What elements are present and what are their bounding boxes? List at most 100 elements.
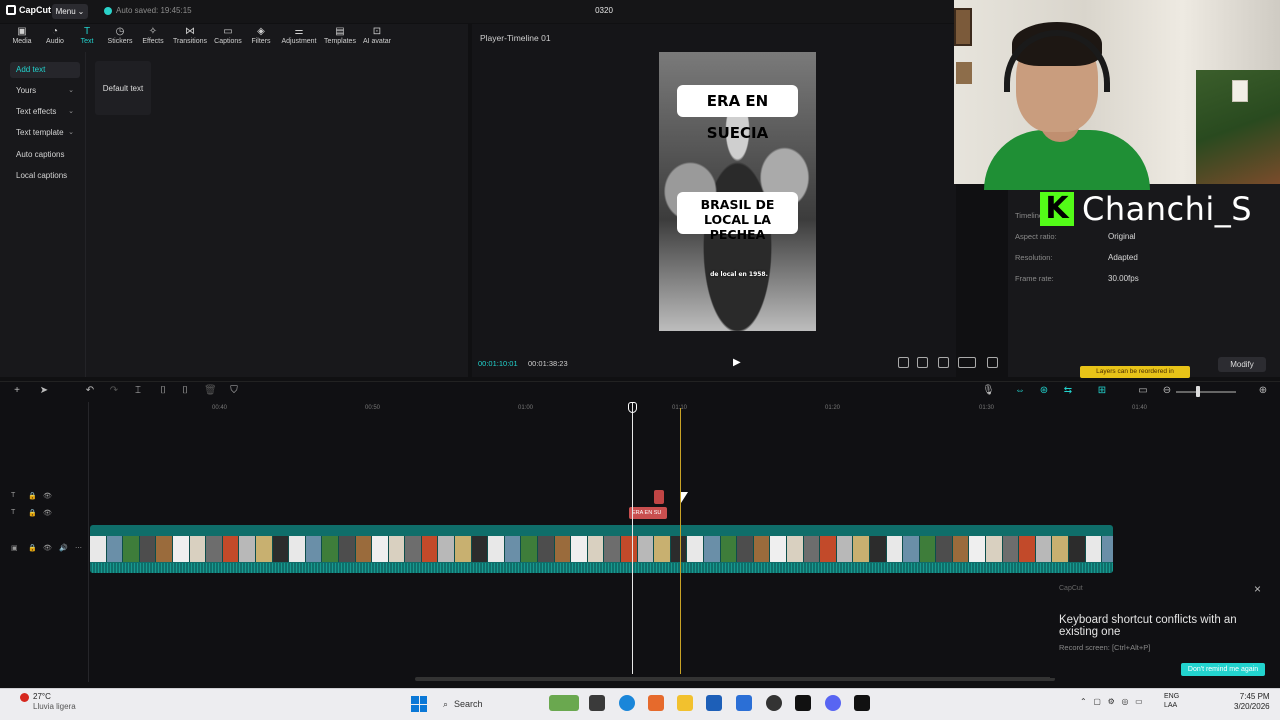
video-thumbnail — [289, 536, 306, 562]
zoom-slider-handle[interactable] — [1196, 386, 1200, 397]
split-right-icon[interactable]: ⌷ — [179, 385, 191, 396]
modify-button[interactable]: Modify — [1218, 357, 1266, 372]
eye-icon[interactable]: 👁 — [43, 544, 52, 552]
menu-button[interactable]: Menu ⌄ — [52, 4, 88, 19]
project-title[interactable]: 0320 — [580, 6, 628, 15]
fit-icon[interactable] — [898, 357, 909, 368]
split-left-icon[interactable]: ⌷ — [157, 385, 169, 396]
search-icon: ⌕ — [443, 698, 449, 709]
close-icon[interactable]: × — [1254, 582, 1261, 596]
redo-icon[interactable]: ↷ — [108, 385, 120, 396]
marker-icon[interactable]: ⛉ — [228, 385, 240, 396]
link-icon[interactable]: ⇔ — [1014, 385, 1026, 396]
fullscreen-icon[interactable] — [987, 357, 998, 368]
main-video-track[interactable] — [90, 525, 1113, 573]
delete-icon[interactable]: 🗑 — [204, 385, 217, 396]
eye-icon[interactable]: 👁 — [43, 509, 52, 517]
toolbar-filters[interactable]: ◈ Filters — [241, 26, 281, 45]
caption-bottom[interactable]: de local en 1958. — [709, 270, 769, 280]
taskbar-search[interactable]: ⌕ Search — [437, 694, 537, 714]
video-thumbnail — [355, 536, 373, 562]
store-icon[interactable] — [648, 695, 664, 711]
video-thumbnail — [1085, 536, 1103, 562]
edge-icon[interactable] — [619, 695, 635, 711]
system-tray[interactable]: ⌃ ▢ ⚙ ◎ ▭ — [1080, 697, 1143, 706]
weather-widget[interactable]: 27°C Lluvia ligera — [33, 692, 76, 712]
clock-date: 3/20/2026 — [1234, 702, 1270, 711]
crop-icon[interactable] — [917, 357, 928, 368]
layers-hint-tooltip: Layers can be reordered in — [1080, 366, 1190, 378]
kick-app-icon[interactable] — [795, 695, 811, 711]
text-clip[interactable]: ERA EN SU — [629, 507, 667, 519]
nav-auto-captions[interactable]: Auto captions — [10, 147, 80, 163]
outlook-icon[interactable] — [736, 695, 752, 711]
language-indicator[interactable]: ENG LAA — [1164, 692, 1179, 710]
video-thumbnail — [1052, 536, 1070, 562]
zoom-out-icon[interactable]: ⊖ — [1161, 385, 1173, 396]
microphone-icon[interactable]: 🎙 — [982, 385, 995, 396]
video-thumbnail — [952, 536, 970, 562]
playhead[interactable] — [632, 402, 633, 674]
toolbar-label: Templates — [324, 38, 356, 45]
widgets-icon[interactable] — [549, 695, 579, 711]
video-track-icon: ▣ — [11, 545, 18, 552]
video-preview[interactable]: ERA EN SUECIA BRASIL DE LOCAL LA PECHEA … — [659, 52, 816, 331]
clock[interactable]: 7:45 PM 3/20/2026 — [1234, 692, 1270, 712]
obs-icon[interactable] — [766, 695, 782, 711]
toolbar-adjustment[interactable]: ⚌ Adjustment — [279, 26, 319, 45]
windows-start-icon[interactable] — [411, 696, 427, 712]
video-thumbnail — [571, 536, 588, 562]
playhead-handle[interactable] — [628, 402, 637, 413]
ruler-tick: 01:40 — [1132, 405, 1148, 411]
split-icon[interactable]: ⌶ — [132, 385, 144, 396]
eye-icon[interactable]: 👁 — [43, 492, 52, 500]
caption-track-icon[interactable]: ▭ — [1137, 385, 1149, 396]
preview-axis-icon[interactable]: ⇆ — [1062, 385, 1074, 396]
ratio-icon[interactable] — [958, 357, 976, 368]
snap-icon[interactable]: ⊞ — [1096, 385, 1108, 396]
dont-remind-button[interactable]: Don't remind me again — [1181, 663, 1265, 676]
file-explorer-icon[interactable] — [677, 695, 693, 711]
app-icon[interactable] — [706, 695, 722, 711]
toolbar-ai-avatar[interactable]: ⊡ AI avatar — [357, 26, 397, 45]
autosave-icon — [104, 6, 112, 15]
nav-yours[interactable]: Yours ⌄ — [10, 83, 80, 99]
magnet-icon[interactable]: ⊛ — [1038, 385, 1050, 396]
nav-text-template[interactable]: Text template ⌄ — [10, 125, 80, 141]
video-thumbnail — [438, 536, 456, 562]
toolbar-effects[interactable]: ✧ Effects — [133, 26, 173, 45]
discord-icon[interactable] — [825, 695, 841, 711]
nav-text-effects[interactable]: Text effects ⌄ — [10, 104, 80, 120]
lock-icon[interactable]: 🔒 — [28, 509, 37, 517]
lock-icon[interactable]: 🔒 — [28, 492, 37, 500]
nav-label: Add text — [16, 65, 46, 74]
nav-local-captions[interactable]: Local captions — [10, 168, 80, 184]
more-icon[interactable]: ⋯ — [75, 544, 82, 552]
zoom-in-icon[interactable]: ⊕ — [1257, 385, 1269, 396]
audio-mute-icon[interactable]: 🔊 — [59, 544, 68, 552]
text-clip-small[interactable] — [654, 490, 664, 504]
caption-top[interactable]: ERA EN SUECIA — [677, 85, 798, 142]
effects-icon: ✧ — [148, 26, 158, 37]
toolbar-label: Transitions — [173, 38, 207, 45]
default-text-card[interactable]: Default text — [95, 61, 151, 115]
add-track-icon[interactable]: + — [11, 385, 23, 396]
toolbar-templates[interactable]: ▤ Templates — [320, 26, 360, 45]
zoom-slider[interactable] — [1176, 391, 1236, 393]
select-tool-icon[interactable]: ➤ — [38, 385, 50, 396]
video-thumbnail — [1019, 536, 1036, 562]
nav-label: Text effects — [16, 107, 57, 116]
task-view-icon[interactable] — [589, 695, 605, 711]
play-icon[interactable]: ▶ — [733, 357, 743, 368]
caption-middle[interactable]: BRASIL DE LOCAL LA PECHEA — [677, 192, 798, 242]
nav-add-text[interactable]: Add text — [10, 62, 80, 78]
timeline-label: Timeline — [1015, 211, 1044, 220]
kick-logo-icon: K — [1040, 192, 1074, 226]
snapshot-icon[interactable] — [938, 357, 949, 368]
undo-icon[interactable]: ↶ — [84, 385, 96, 396]
resolution-label: Resolution: — [1015, 253, 1053, 262]
capcut-taskbar-icon[interactable] — [854, 695, 870, 711]
timeline-scrollbar[interactable] — [415, 677, 1055, 681]
toolbar-transitions[interactable]: ⋈ Transitions — [170, 26, 210, 45]
lock-icon[interactable]: 🔒 — [28, 544, 37, 552]
